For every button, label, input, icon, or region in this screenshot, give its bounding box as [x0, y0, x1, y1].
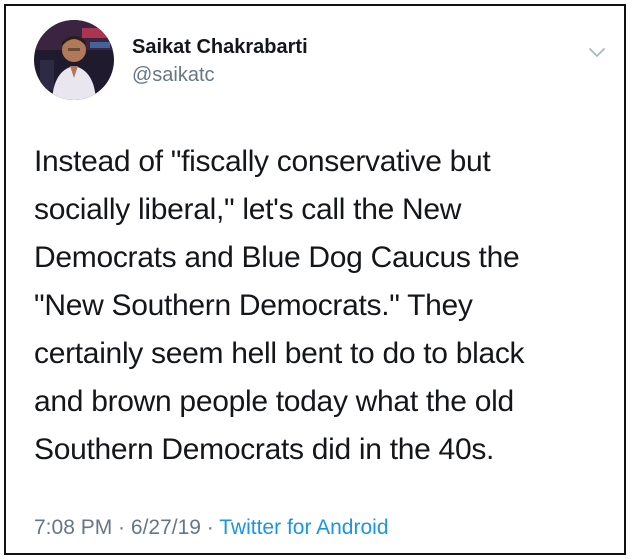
user-handle[interactable]: @saikatc — [132, 64, 215, 87]
tweet-date[interactable]: 6/27/19 — [131, 516, 201, 539]
tweet-time[interactable]: 7:08 PM — [34, 516, 112, 539]
avatar[interactable] — [34, 20, 114, 100]
avatar-photo — [34, 20, 114, 100]
tweet-card: Saikat Chakrabarti @saikatc Instead of "… — [4, 4, 626, 555]
tweet-line: "New Southern Democrats." They — [34, 289, 473, 322]
tweet-line: certainly seem hell bent to do to black — [34, 337, 525, 370]
tweet-text: Instead of "fiscally conservative but so… — [34, 138, 594, 474]
chevron-down-icon[interactable] — [584, 42, 610, 62]
tweet-meta: 7:08 PM · 6/27/19 · Twitter for Android — [34, 516, 389, 540]
meta-separator: · — [112, 516, 131, 539]
meta-separator: · — [200, 516, 220, 539]
display-name[interactable]: Saikat Chakrabarti — [132, 36, 308, 59]
tweet-line: Southern Democrats did in the 40s. — [34, 433, 495, 466]
tweet-line: Instead of "fiscally conservative but — [34, 145, 491, 178]
tweet-line: and brown people today what the old — [34, 385, 514, 418]
tweet-source-link[interactable]: Twitter for Android — [219, 516, 388, 539]
tweet-line: socially liberal," let's call the New — [34, 193, 462, 226]
tweet-line: Democrats and Blue Dog Caucus the — [34, 241, 520, 274]
